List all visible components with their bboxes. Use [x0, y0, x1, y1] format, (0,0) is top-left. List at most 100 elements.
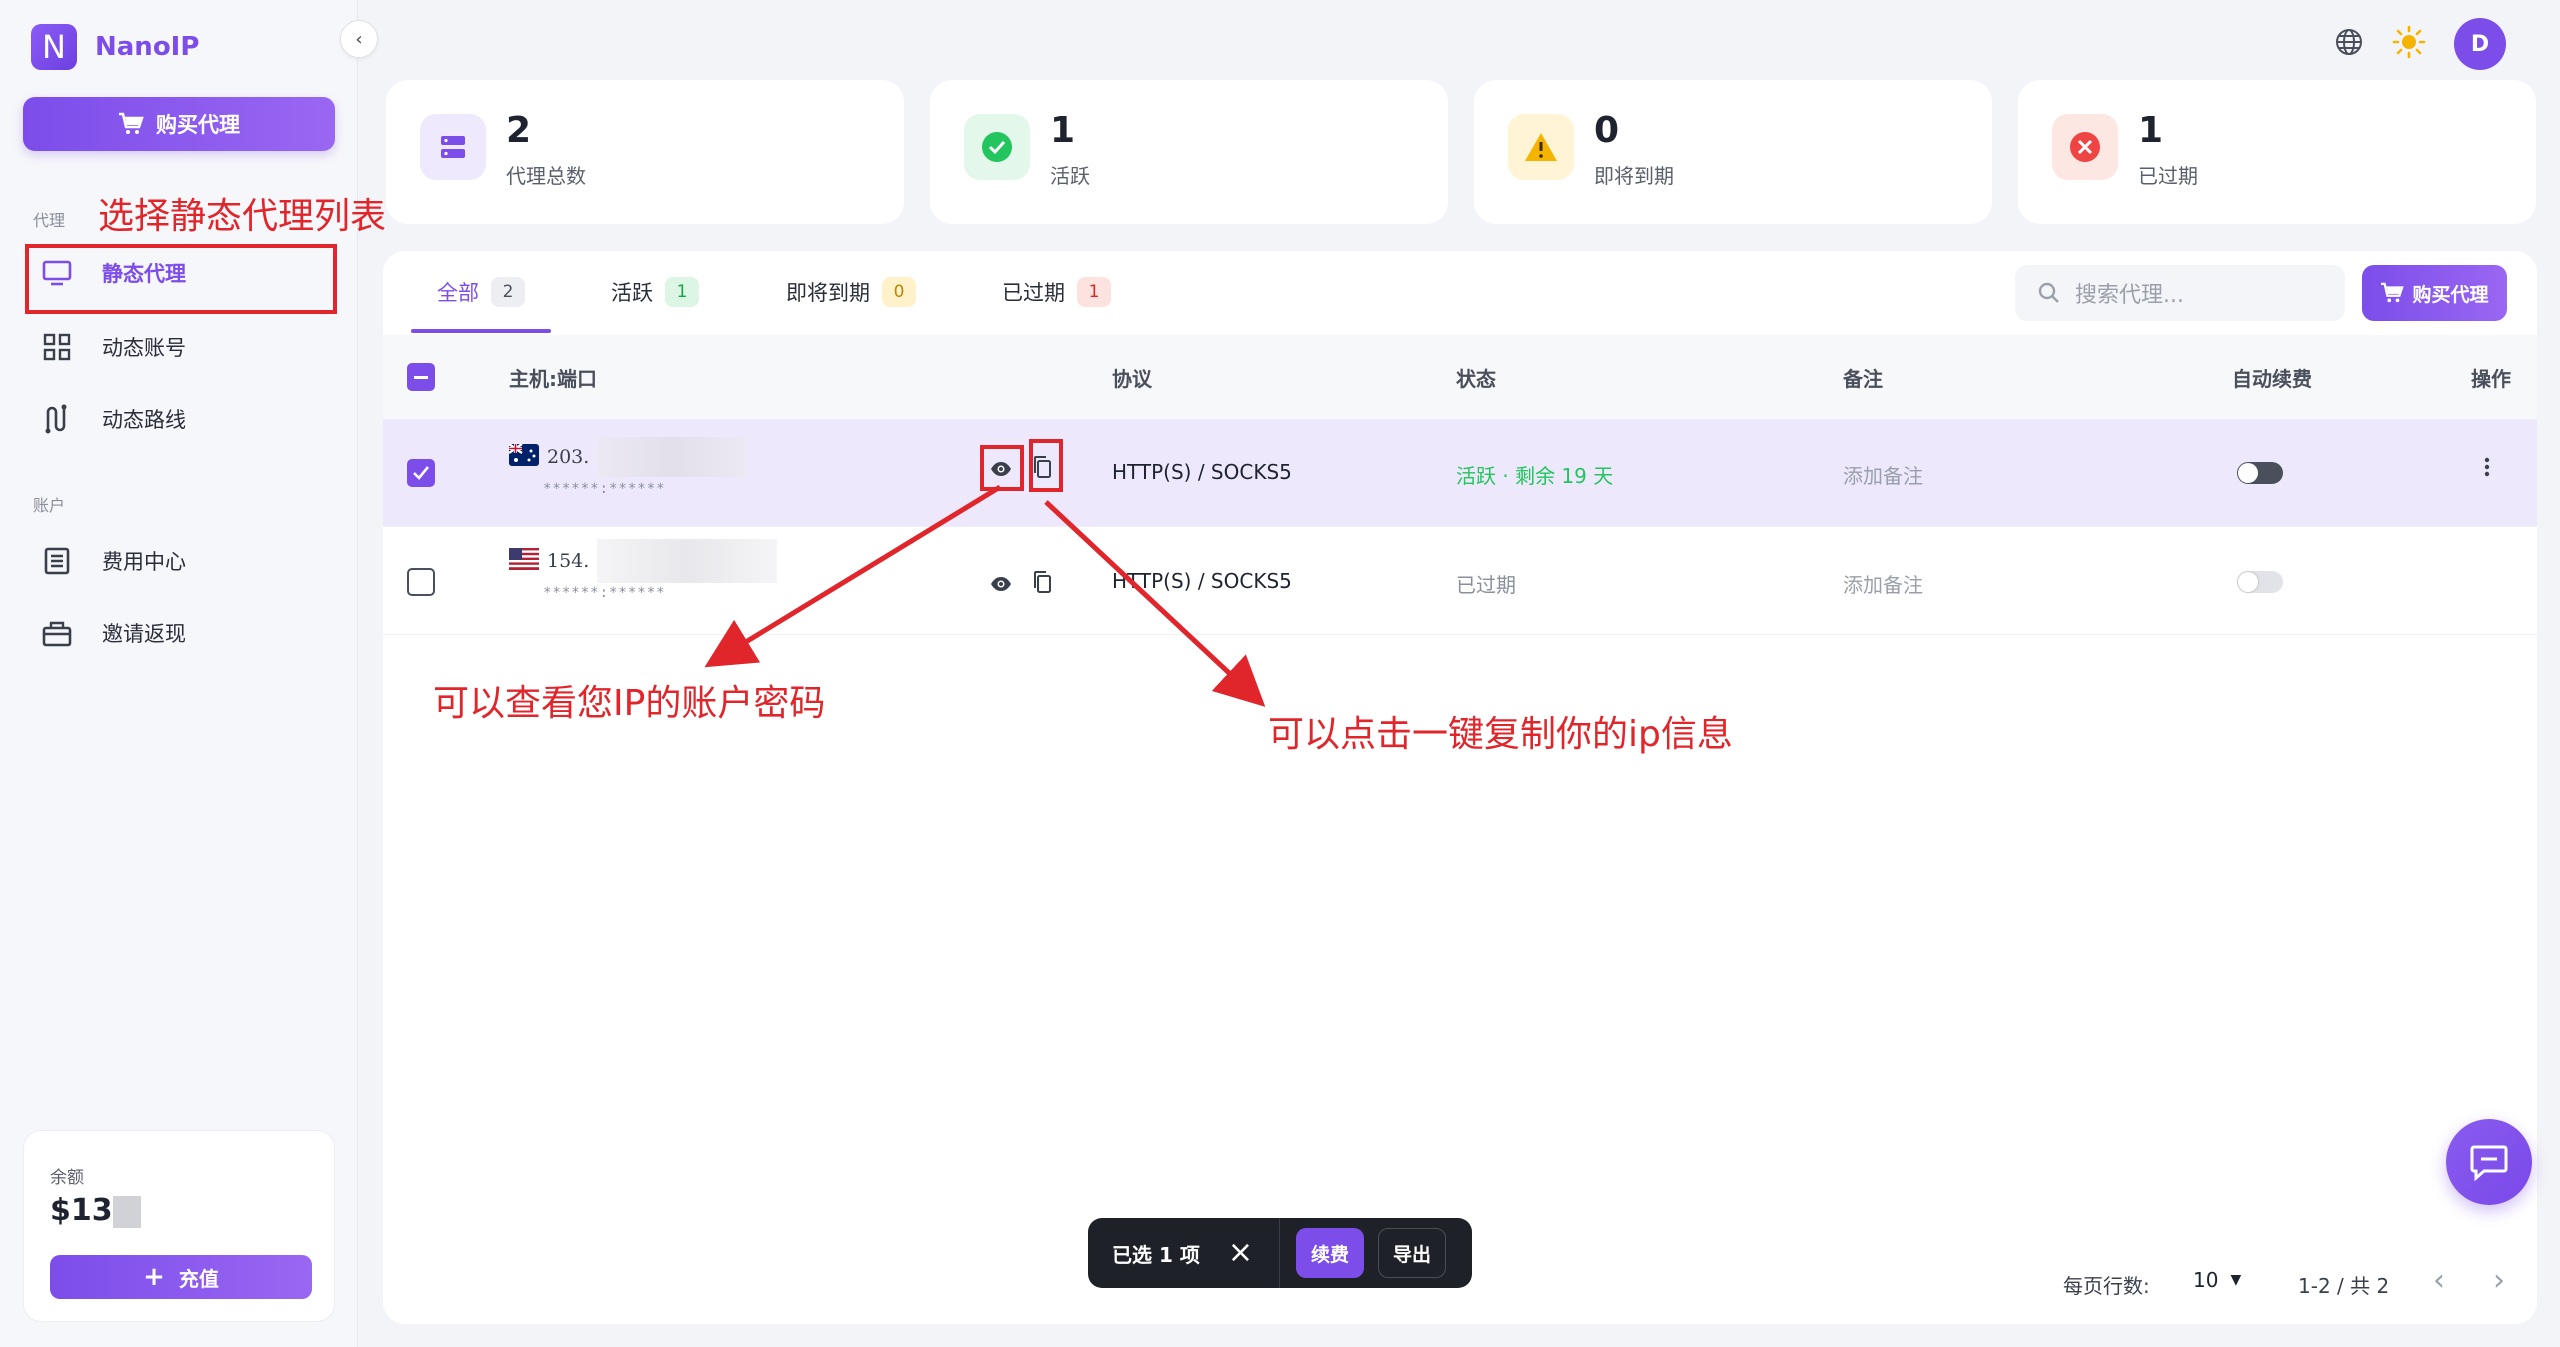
auto-renew-toggle[interactable]: [2237, 462, 2283, 484]
avatar[interactable]: D: [2454, 18, 2506, 70]
column-auto-renew: 自动续费: [2232, 367, 2312, 391]
warning-icon: [1508, 114, 1574, 180]
tab-label: 活跃: [611, 281, 653, 305]
annotation-copy-info: 可以点击一键复制你的ip信息: [1268, 714, 1733, 755]
plus-icon: +: [143, 1262, 165, 1292]
status-cell: 已过期: [1456, 573, 1516, 597]
usa-flag-icon: [509, 547, 539, 575]
row-checkbox[interactable]: [407, 568, 435, 596]
sidebar-item-dynamic-account[interactable]: 动态账号: [42, 332, 186, 362]
sidebar-item-label: 邀请返现: [102, 622, 186, 646]
stat-card-expired: 1 已过期: [2018, 80, 2536, 224]
buy-proxy-label: 购买代理: [156, 113, 240, 137]
table-row[interactable]: 154. ******:****** HTTP(S) / SOCKS5 已过期 …: [383, 527, 2537, 635]
balance-amount: $13: [50, 1193, 113, 1228]
buy-proxy-button-small[interactable]: 购买代理: [2362, 265, 2507, 321]
ip-address: 154.: [547, 550, 590, 572]
export-button[interactable]: 导出: [1377, 1228, 1446, 1278]
app-logo[interactable]: N NanoIP: [31, 24, 199, 70]
buy-proxy-button[interactable]: 购买代理: [23, 97, 335, 151]
tab-count-badge: 2: [491, 277, 525, 307]
sun-icon[interactable]: [2392, 25, 2426, 64]
chevron-left-icon[interactable]: ‹: [2433, 1263, 2445, 1298]
table-header: 主机:端口 协议 状态 备注 自动续费 操作: [383, 335, 2537, 419]
chat-button[interactable]: [2446, 1119, 2532, 1205]
bulk-action-bar: 已选 1 项 × 续费 导出: [1088, 1218, 1472, 1288]
column-host-port: 主机:端口: [509, 367, 597, 391]
recharge-label: 充值: [178, 1266, 219, 1291]
x-circle-icon: [2052, 114, 2118, 180]
host-port: 154.: [509, 539, 778, 583]
tab-count-badge: 1: [1077, 277, 1111, 307]
stat-value: 1: [1050, 110, 1076, 151]
tab-expired[interactable]: 已过期 1: [1002, 277, 1111, 307]
globe-icon[interactable]: [2334, 27, 2364, 62]
column-status: 状态: [1456, 367, 1496, 391]
sidebar-item-dynamic-route[interactable]: 动态路线: [42, 404, 186, 434]
column-actions: 操作: [2471, 367, 2511, 391]
copy-icon[interactable]: [1032, 570, 1052, 599]
eye-icon[interactable]: [990, 573, 1012, 597]
balance-label: 余额: [50, 1168, 84, 1188]
divider: [1278, 1218, 1280, 1288]
redacted-mask: [597, 539, 778, 583]
table-row[interactable]: 203. ******:****** HTTP(S) / SOCKS5 活跃 ·…: [383, 419, 2537, 527]
annotation-box-copy: [1029, 439, 1063, 492]
host-port: 203.: [508, 437, 748, 477]
add-note-link[interactable]: 添加备注: [1843, 460, 1923, 489]
minus-icon: [414, 375, 428, 379]
selected-count: 已选 1 项: [1112, 1242, 1200, 1267]
gift-icon: [42, 618, 72, 648]
protocol-cell: HTTP(S) / SOCKS5: [1112, 460, 1292, 484]
chat-icon: [2470, 1145, 2508, 1181]
search-icon: [2038, 282, 2059, 303]
logo-mark: N: [31, 24, 77, 70]
recharge-button[interactable]: + 充值: [50, 1255, 312, 1299]
buy-proxy-label: 购买代理: [2412, 283, 2489, 306]
chevron-left-icon: ‹: [355, 28, 363, 50]
annotation-box-static-proxy: [25, 244, 337, 314]
toggle-knob: [2238, 463, 2258, 483]
status-cell: 活跃 · 剩余 19 天: [1456, 464, 1614, 488]
auto-renew-toggle[interactable]: [2237, 571, 2283, 593]
stat-card-total: 2 代理总数: [386, 80, 904, 224]
annotation-box-eye: [980, 445, 1024, 491]
stat-value: 1: [2138, 110, 2164, 151]
tab-expiring[interactable]: 即将到期 0: [786, 277, 916, 307]
tab-active[interactable]: 活跃 1: [611, 277, 699, 307]
row-checkbox[interactable]: [407, 459, 435, 487]
collapse-sidebar-button[interactable]: ‹: [340, 20, 378, 58]
app-name: NanoIP: [95, 32, 200, 62]
search-placeholder: 搜索代理...: [2075, 283, 2184, 308]
section-label-proxy: 代理: [33, 211, 66, 230]
sidebar-item-label: 动态账号: [102, 336, 186, 360]
column-note: 备注: [1843, 367, 1883, 391]
stat-value: 0: [1594, 110, 1620, 151]
tab-count-badge: 0: [882, 277, 916, 307]
sidebar-item-label: 费用中心: [102, 550, 186, 574]
credentials: ******:******: [543, 481, 666, 497]
renew-button[interactable]: 续费: [1295, 1228, 1364, 1278]
redacted-mask: [597, 437, 748, 477]
search-input[interactable]: 搜索代理...: [2015, 265, 2345, 321]
server-icon: [420, 114, 486, 180]
sidebar-item-referral[interactable]: 邀请返现: [42, 618, 186, 648]
sidebar-item-billing[interactable]: 费用中心: [42, 546, 186, 576]
chevron-right-icon[interactable]: ›: [2493, 1263, 2505, 1298]
tab-count-badge: 1: [665, 277, 699, 307]
add-note-link[interactable]: 添加备注: [1843, 569, 1923, 598]
sidebar-item-label: 动态路线: [102, 408, 186, 432]
select-all-checkbox[interactable]: [407, 363, 435, 391]
tab-all[interactable]: 全部 2: [437, 277, 525, 307]
proxy-list-panel: 全部 2 活跃 1 即将到期 0 已过期 1 搜索代理... 购买代理 主机:端…: [383, 251, 2537, 1324]
rows-per-page-select[interactable]: 10 ▼: [2193, 1268, 2241, 1292]
receipt-icon: [42, 546, 72, 576]
annotation-view-password: 可以查看您IP的账户密码: [433, 683, 826, 724]
balance-value: $13: [50, 1193, 141, 1228]
tab-label: 全部: [437, 281, 479, 305]
stat-card-expiring: 0 即将到期: [1474, 80, 1992, 224]
stat-label: 活跃: [1050, 164, 1090, 188]
close-icon[interactable]: ×: [1228, 1238, 1253, 1268]
more-vertical-icon[interactable]: [2483, 455, 2491, 484]
redacted-mask: [112, 1195, 141, 1228]
